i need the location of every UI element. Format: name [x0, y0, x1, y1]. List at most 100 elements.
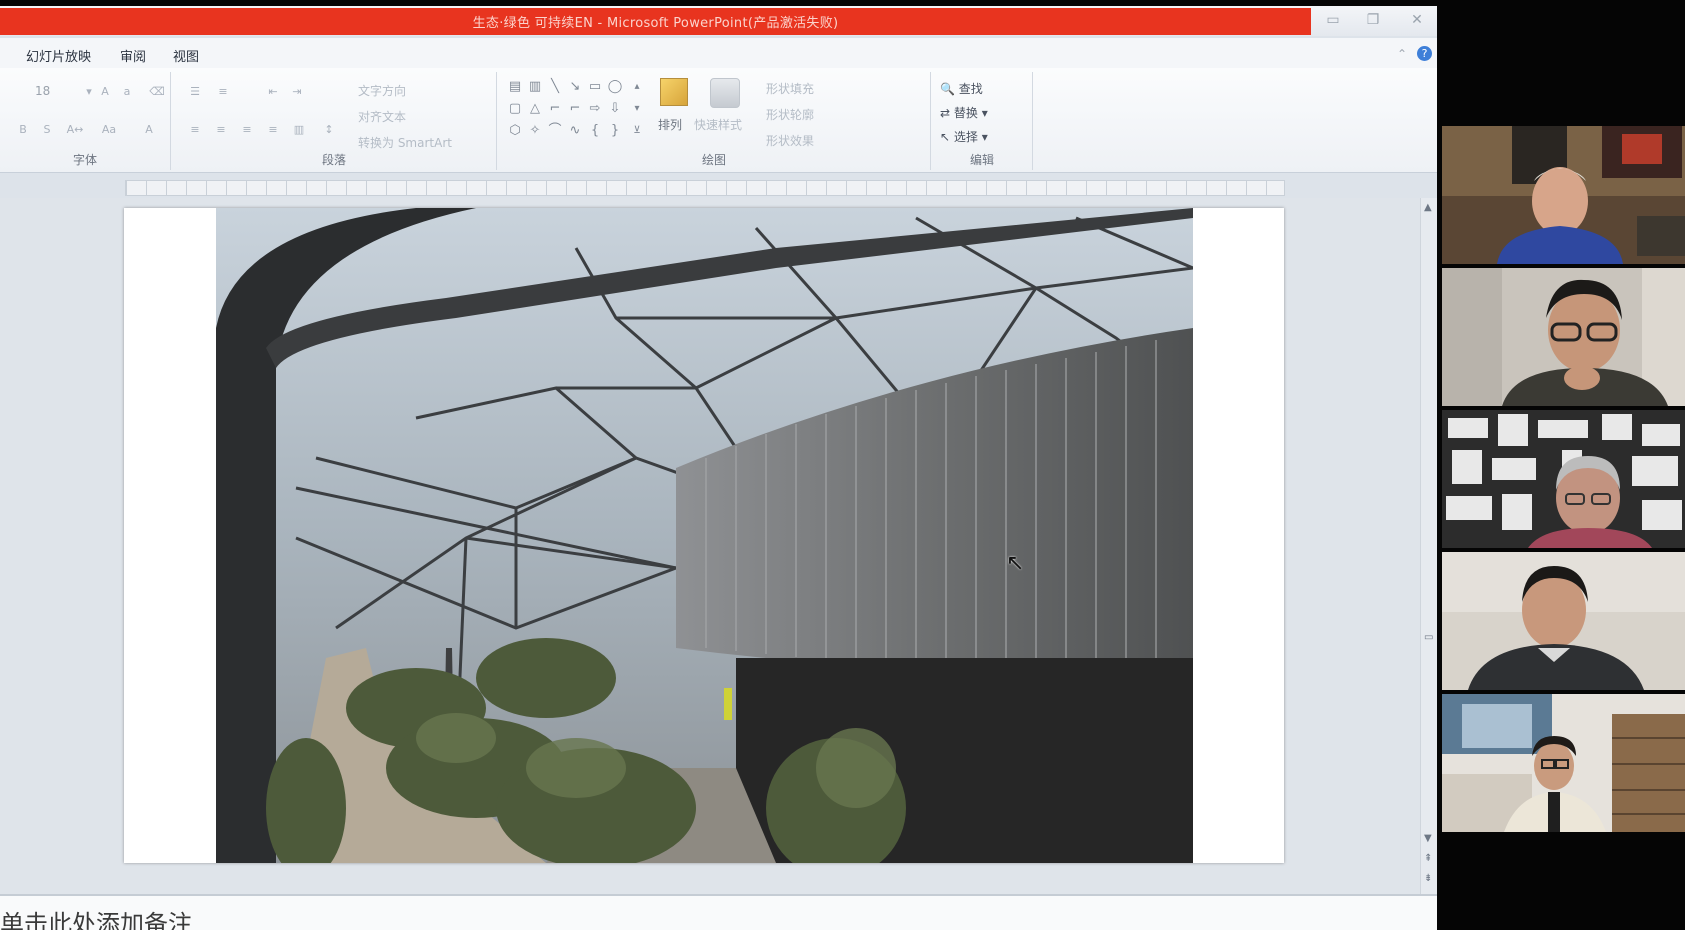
ribbon-group-drawing: ▤ ▥ ╲ ↘ ▭ ◯ ▢ △ ⌐ ⌐ ⇨ ⇩ ⬡ ✧ ⌒ ∿ { } ▴ ▾: [498, 72, 931, 170]
scroll-thumb-icon[interactable]: ▭: [1424, 632, 1433, 643]
minimize-button[interactable]: ▭: [1322, 12, 1344, 28]
gallery-scroll-up-icon[interactable]: ▴: [628, 78, 646, 96]
atrium-photo-illustration: [216, 208, 1193, 863]
quick-styles-button[interactable]: 快速样式: [694, 78, 754, 148]
gallery-expand-icon[interactable]: ⊻: [628, 122, 646, 140]
grow-font-icon[interactable]: A: [96, 84, 114, 100]
align-left-icon[interactable]: ≡: [186, 122, 204, 138]
text-direction-button[interactable]: 文字方向: [358, 82, 406, 99]
participant-tile-1[interactable]: [1442, 126, 1685, 264]
powerpoint-window: 生态·绿色 可持续EN - Microsoft PowerPoint(产品激活失…: [0, 6, 1437, 930]
horizontal-ruler[interactable]: [125, 180, 1285, 196]
slide-canvas[interactable]: [124, 208, 1284, 863]
vertical-scrollbar[interactable]: ▲ ▭ ▼ ⇞ ⇟: [1420, 198, 1437, 894]
shape-roundrect-icon[interactable]: ▢: [506, 100, 524, 118]
shape-arrow-right-icon[interactable]: ⇨: [586, 100, 604, 118]
slide-photo-atrium[interactable]: [216, 208, 1193, 863]
participant-4-video: [1442, 552, 1685, 690]
notes-placeholder[interactable]: 单击此处添加备注: [0, 904, 192, 930]
shape-brace-right-icon[interactable]: }: [606, 122, 624, 140]
participant-tile-4[interactable]: [1442, 552, 1685, 690]
participant-tile-3[interactable]: [1442, 410, 1685, 548]
bullets-icon[interactable]: ☰: [186, 84, 204, 100]
find-button[interactable]: 🔍 查找: [940, 80, 983, 97]
tab-view[interactable]: 视图: [173, 46, 199, 65]
shape-textbox-icon[interactable]: ▤: [506, 78, 524, 96]
select-label: 选择: [953, 130, 978, 144]
tab-review[interactable]: 审阅: [120, 46, 146, 65]
increase-indent-icon[interactable]: ⇥: [288, 84, 306, 100]
tab-slideshow[interactable]: 幻灯片放映: [26, 46, 91, 65]
shape-triangle-icon[interactable]: △: [526, 100, 544, 118]
clear-format-icon[interactable]: ⌫: [148, 84, 166, 100]
find-label: 查找: [958, 82, 983, 96]
select-button[interactable]: ↖ 选择 ▾: [940, 128, 988, 145]
participant-1-video: [1442, 126, 1685, 264]
shape-elbow2-icon[interactable]: ⌐: [566, 100, 584, 118]
shrink-font-icon[interactable]: a: [118, 84, 136, 100]
shape-effects-button[interactable]: 形状效果: [766, 132, 814, 149]
spacing-icon[interactable]: A↔: [66, 122, 84, 138]
replace-label: 替换: [953, 106, 978, 120]
columns-icon[interactable]: ▥: [290, 122, 308, 138]
bold-icon[interactable]: B: [14, 122, 32, 138]
participant-tile-5[interactable]: [1442, 694, 1685, 832]
shape-arrow-down-icon[interactable]: ⇩: [606, 100, 624, 118]
ribbon-collapse-icon[interactable]: ⌃: [1397, 47, 1407, 61]
arrange-button[interactable]: 排列: [654, 78, 694, 148]
shape-freeform-icon[interactable]: ∿: [566, 122, 584, 140]
participant-3-video: [1442, 410, 1685, 548]
next-slide-icon[interactable]: ⇟: [1424, 873, 1432, 884]
scroll-down-icon[interactable]: ▼: [1424, 833, 1432, 844]
shape-vtextbox-icon[interactable]: ▥: [526, 78, 544, 96]
strike-icon[interactable]: S: [38, 122, 56, 138]
replace-icon: ⇄: [940, 106, 951, 120]
ribbon-group-font: 18 ▾ A a ⌫ B S A↔ Aa A 字体: [0, 72, 171, 170]
shape-outline-button[interactable]: 形状轮廓: [766, 106, 814, 123]
justify-icon[interactable]: ≡: [264, 122, 282, 138]
notes-pane[interactable]: 单击此处添加备注: [0, 894, 1437, 930]
ribbon-group-editing: 🔍 查找 ⇄ 替换 ▾ ↖ 选择 ▾ 编辑: [932, 72, 1033, 170]
shape-fill-button[interactable]: 形状填充: [766, 80, 814, 97]
drawing-group-label: 绘图: [701, 153, 726, 167]
align-right-icon[interactable]: ≡: [238, 122, 256, 138]
close-button[interactable]: ✕: [1406, 12, 1428, 28]
line-spacing-icon[interactable]: ↕: [320, 122, 338, 138]
font-group-label: 字体: [72, 153, 97, 167]
convert-smartart-button[interactable]: 转换为 SmartArt: [358, 134, 452, 151]
prev-slide-icon[interactable]: ⇞: [1424, 853, 1432, 864]
shape-line-icon[interactable]: ╲: [546, 78, 564, 96]
restore-button[interactable]: ❐: [1362, 12, 1384, 28]
participant-tile-2[interactable]: [1442, 268, 1685, 406]
arrange-label: 排列: [658, 118, 683, 132]
mouse-cursor-icon: ↖: [1006, 551, 1025, 576]
font-color-icon[interactable]: A: [140, 122, 158, 138]
menu-bar: 幻灯片放映 审阅 视图 ⌃ ?: [0, 38, 1437, 68]
numbering-icon[interactable]: ≡: [214, 84, 232, 100]
shape-brace-left-icon[interactable]: {: [586, 122, 604, 140]
shape-elbow-icon[interactable]: ⌐: [546, 100, 564, 118]
shape-rect-icon[interactable]: ▭: [586, 78, 604, 96]
shape-hexagon-icon[interactable]: ⬡: [506, 122, 524, 140]
shape-oval-icon[interactable]: ◯: [606, 78, 624, 96]
decrease-indent-icon[interactable]: ⇤: [264, 84, 282, 100]
ribbon: 18 ▾ A a ⌫ B S A↔ Aa A 字体 ☰ ≡ ⇤ ⇥ ≡ ≡ ≡ …: [0, 68, 1437, 173]
title-bar: 生态·绿色 可持续EN - Microsoft PowerPoint(产品激活失…: [0, 6, 1437, 36]
align-text-button[interactable]: 对齐文本: [358, 108, 406, 125]
shape-curve-icon[interactable]: ⌒: [546, 122, 564, 140]
select-icon: ↖: [940, 130, 951, 144]
paragraph-group-label: 段落: [321, 153, 346, 167]
window-title: 生态·绿色 可持续EN - Microsoft PowerPoint(产品激活失…: [472, 16, 839, 31]
font-size-field[interactable]: 18: [35, 84, 50, 98]
change-case-icon[interactable]: Aa: [100, 122, 118, 138]
replace-button[interactable]: ⇄ 替换 ▾: [940, 104, 988, 121]
shape-arrow-icon[interactable]: ↘: [566, 78, 584, 96]
slide-editing-area: [0, 198, 1420, 894]
shape-star-icon[interactable]: ✧: [526, 122, 544, 140]
align-center-icon[interactable]: ≡: [212, 122, 230, 138]
scroll-up-icon[interactable]: ▲: [1424, 202, 1432, 213]
participant-5-video: [1442, 694, 1685, 832]
ribbon-group-paragraph: ☰ ≡ ⇤ ⇥ ≡ ≡ ≡ ≡ ▥ ↕ 文字方向 对齐文本 转换为 SmartA…: [172, 72, 497, 170]
help-icon[interactable]: ?: [1417, 46, 1432, 61]
gallery-scroll-down-icon[interactable]: ▾: [628, 100, 646, 118]
